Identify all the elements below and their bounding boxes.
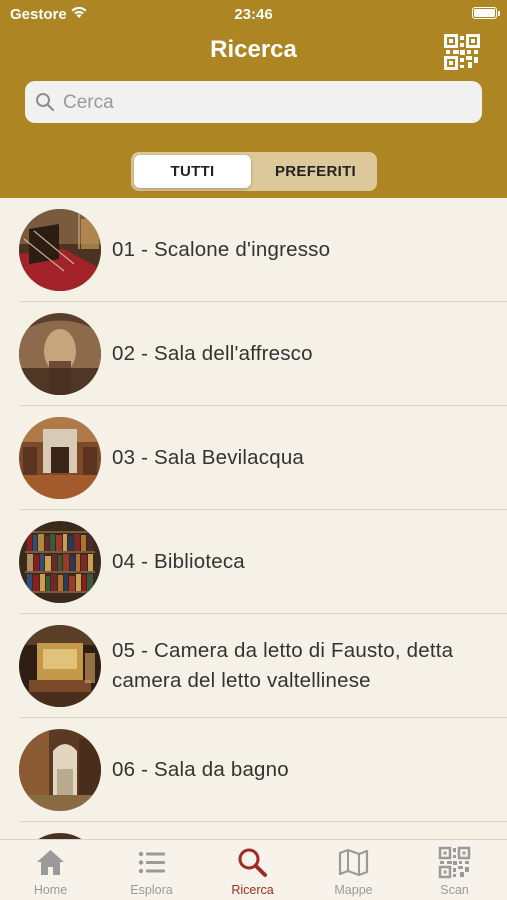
thumbnail-image bbox=[19, 625, 101, 707]
item-title: 06 - Sala da bagno bbox=[112, 757, 289, 781]
search-bar[interactable] bbox=[25, 81, 482, 125]
tab-scan[interactable]: Scan bbox=[404, 840, 505, 900]
header-bar: Gestore 23:46 Ricerca Cerca TUTTI PREFER… bbox=[0, 0, 507, 198]
thumbnail-image bbox=[19, 521, 101, 603]
tab-label: Mappe bbox=[334, 883, 373, 897]
tab-ricerca[interactable]: Ricerca bbox=[202, 840, 303, 900]
item-title: 03 - Sala Bevilacqua bbox=[112, 445, 305, 469]
list-item[interactable]: 05 - Camera da letto di Fausto, detta ca… bbox=[0, 614, 507, 718]
tab-label: Home bbox=[33, 883, 68, 897]
thumbnail-image bbox=[19, 313, 101, 395]
item-title: 04 - Biblioteca bbox=[112, 549, 245, 573]
thumbnail-image bbox=[19, 209, 101, 291]
search-input[interactable] bbox=[61, 81, 465, 125]
item-title: 01 - Scalone d'ingresso bbox=[112, 237, 331, 261]
segment-all[interactable]: TUTTI bbox=[134, 155, 251, 188]
tab-label: Esplora bbox=[130, 883, 173, 897]
page-title: Ricerca bbox=[210, 36, 297, 63]
list-item[interactable]: 06 - Sala da bagno bbox=[0, 718, 507, 822]
status-bar: Gestore 23:46 bbox=[0, 0, 507, 28]
search-icon bbox=[238, 848, 267, 877]
qr-code-icon[interactable] bbox=[444, 34, 480, 70]
filter-segmented-control: TUTTI PREFERITI bbox=[131, 152, 377, 191]
search-icon bbox=[36, 93, 55, 112]
status-time: 23:46 bbox=[234, 6, 273, 23]
tab-home[interactable]: Home bbox=[0, 840, 101, 900]
tab-esplora[interactable]: Esplora bbox=[101, 840, 202, 900]
list-item[interactable]: 03 - Sala Bevilacqua bbox=[0, 406, 507, 510]
list-item[interactable]: 02 - Sala dell'affresco bbox=[0, 302, 507, 406]
tab-mappe[interactable]: Mappe bbox=[303, 840, 404, 900]
segment-favorites[interactable]: PREFERITI bbox=[257, 155, 374, 188]
tab-label: Scan bbox=[440, 883, 469, 897]
home-icon bbox=[37, 850, 64, 875]
results-list: 01 - Scalone d'ingresso 02 - Sala dell'a… bbox=[0, 198, 507, 840]
battery-icon bbox=[472, 7, 500, 19]
list-item[interactable]: 04 - Biblioteca bbox=[0, 510, 507, 614]
item-title: 02 - Sala dell'affresco bbox=[112, 341, 313, 365]
tab-label: Ricerca bbox=[231, 883, 274, 897]
map-icon bbox=[338, 848, 369, 877]
item-title: 05 - Camera da letto di Fausto, detta ca… bbox=[112, 638, 454, 692]
list-icon bbox=[138, 851, 165, 874]
list-item[interactable]: 01 - Scalone d'ingresso bbox=[0, 198, 507, 302]
list-item[interactable] bbox=[0, 822, 507, 840]
thumbnail-image bbox=[19, 417, 101, 499]
tab-bar: Home Esplora Ricerca Mappe Scan bbox=[0, 839, 507, 900]
thumbnail-image bbox=[19, 729, 101, 811]
qr-code-icon bbox=[438, 846, 471, 879]
